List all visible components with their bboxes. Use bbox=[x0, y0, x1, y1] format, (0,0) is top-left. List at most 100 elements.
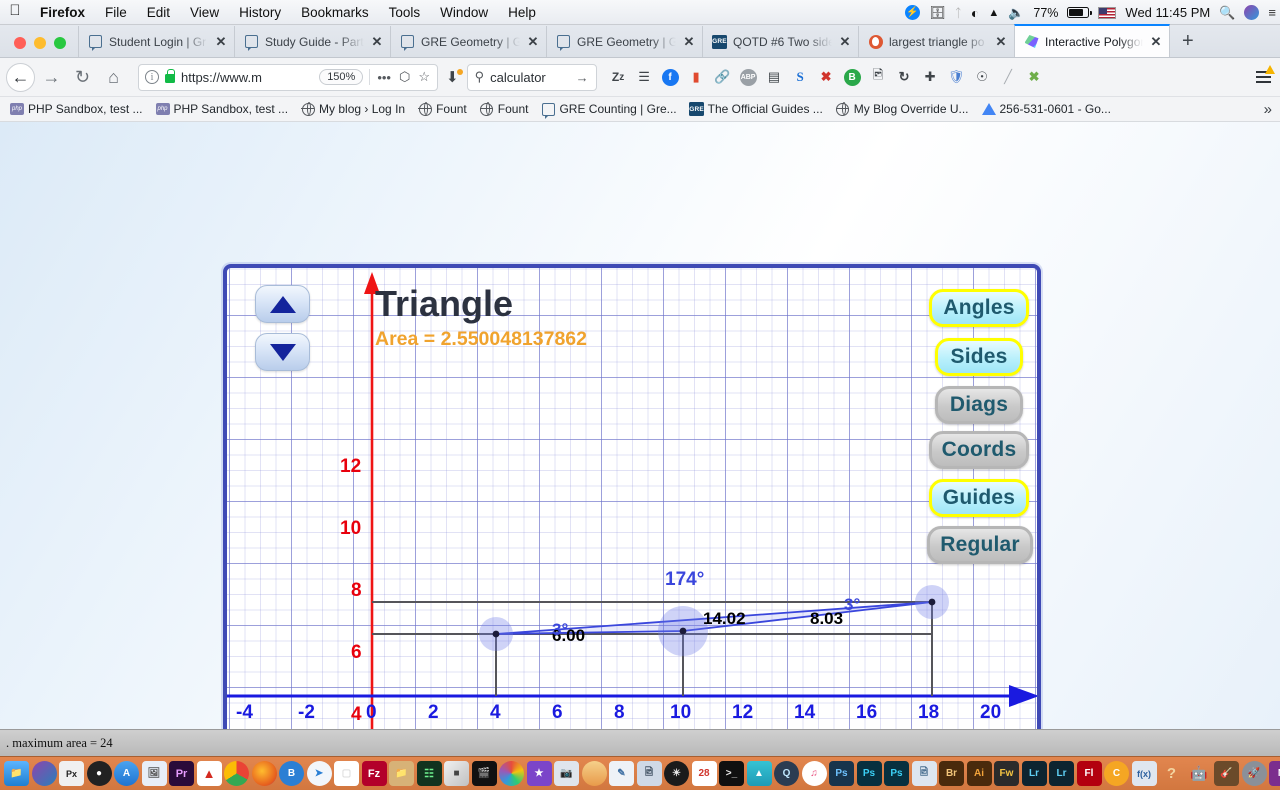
maximize-window-button[interactable] bbox=[54, 37, 66, 49]
menu-history[interactable]: History bbox=[229, 5, 291, 20]
dock-filezilla-icon[interactable]: Fz bbox=[361, 761, 387, 786]
search-input-value[interactable]: calculator bbox=[490, 70, 569, 85]
dock-premiere-icon[interactable]: Pr bbox=[169, 761, 194, 786]
menu-tools[interactable]: Tools bbox=[379, 5, 431, 20]
dock-final-cut-icon[interactable]: ■ bbox=[444, 761, 469, 786]
bookmark-gre-counting[interactable]: GRE Counting | Gre... bbox=[536, 100, 681, 119]
dock-lightroom-icon[interactable]: Lr bbox=[1021, 761, 1047, 786]
dock-burn-disc-icon[interactable]: ☀ bbox=[664, 761, 689, 786]
close-tab-icon[interactable]: ✕ bbox=[214, 34, 228, 50]
dock-acrobat-icon[interactable]: ▲ bbox=[196, 761, 222, 786]
dock-cleanmymac-icon[interactable]: C bbox=[1104, 761, 1129, 786]
dock-preview-icon[interactable]: 🖼 bbox=[141, 761, 167, 786]
page-info-icon[interactable]: i bbox=[145, 70, 159, 84]
menu-bar-clock[interactable]: Wed 11:45 PM bbox=[1125, 5, 1210, 20]
apple-menu-icon[interactable]:  bbox=[0, 3, 30, 21]
tab-student-login[interactable]: Student Login | Gr ✕ bbox=[78, 26, 234, 57]
bluetooth-icon[interactable]: ᛏ bbox=[955, 6, 962, 20]
bookmarks-overflow-icon[interactable]: » bbox=[1264, 101, 1272, 118]
wifi-icon[interactable]: ◐ bbox=[971, 5, 979, 21]
menu-bookmarks[interactable]: Bookmarks bbox=[291, 5, 379, 20]
menu-help[interactable]: Help bbox=[498, 5, 546, 20]
bookmark-php-sandbox-2[interactable]: php PHP Sandbox, test ... bbox=[151, 100, 294, 118]
close-tab-icon[interactable]: ✕ bbox=[370, 34, 384, 50]
close-tab-icon[interactable]: ✕ bbox=[526, 34, 540, 50]
dock-help-icon[interactable]: ? bbox=[1159, 761, 1184, 786]
dock-grapher-icon[interactable]: f(x) bbox=[1131, 761, 1157, 786]
buffer-icon[interactable]: B bbox=[843, 68, 862, 87]
dock-maps-icon[interactable]: ▲ bbox=[746, 761, 772, 786]
menu-file[interactable]: File bbox=[95, 5, 137, 20]
input-language-flag-icon[interactable] bbox=[1098, 6, 1117, 19]
menu-window[interactable]: Window bbox=[430, 5, 498, 20]
spotlight-search-icon[interactable]: 🔍 bbox=[1219, 5, 1235, 21]
dock-safari-compass-icon[interactable]: ● bbox=[86, 761, 112, 786]
dock-quicktime-icon[interactable]: Q bbox=[774, 761, 799, 786]
close-tab-icon[interactable]: ✕ bbox=[1149, 34, 1163, 50]
pencil-icon[interactable]: ╱ bbox=[999, 68, 1018, 87]
dock-flash-icon[interactable]: Fl bbox=[1076, 761, 1102, 786]
dock-image-capture-icon[interactable]: 🖻 bbox=[636, 761, 662, 786]
downloads-icon[interactable]: ⬇ bbox=[440, 68, 465, 86]
dock-activity-monitor-icon[interactable]: ☷ bbox=[416, 761, 442, 786]
tab-gre-geometry-1[interactable]: GRE Geometry | G ✕ bbox=[390, 26, 546, 57]
sidebar-icon[interactable]: ▤ bbox=[765, 68, 784, 87]
dock-photoshop-icon-2[interactable]: Ps bbox=[856, 761, 882, 786]
toggle-sides-button[interactable]: Sides bbox=[935, 338, 1023, 376]
toggle-angles-button[interactable]: Angles bbox=[929, 289, 1029, 327]
bookmark-google-ads[interactable]: 256-531-0601 - Go... bbox=[977, 100, 1116, 118]
dock-sunset-icon[interactable] bbox=[581, 761, 607, 786]
bookmark-my-blog-override[interactable]: My Blog Override U... bbox=[831, 100, 974, 118]
add-vertex-button[interactable] bbox=[255, 285, 310, 323]
dock-app-store-icon[interactable]: A bbox=[114, 761, 139, 786]
dock-siri-icon[interactable] bbox=[31, 761, 57, 786]
dock-itunes-icon[interactable]: ♫ bbox=[801, 761, 827, 786]
battery-icon[interactable] bbox=[1067, 7, 1093, 18]
redmarker-icon[interactable]: ▮ bbox=[687, 68, 706, 87]
home-button[interactable]: ⌂ bbox=[99, 63, 128, 92]
dock-imovie-star-icon[interactable]: ★ bbox=[526, 761, 552, 786]
dock-bluestacks-icon[interactable]: B bbox=[279, 761, 304, 786]
pocket-icon[interactable]: ⬡ bbox=[398, 69, 411, 85]
dock-colorsync-icon[interactable] bbox=[499, 761, 524, 786]
bookmark-star-icon[interactable]: ☆ bbox=[417, 69, 431, 85]
tab-gre-geometry-2[interactable]: GRE Geometry | G ✕ bbox=[546, 26, 702, 57]
dock-fireworks-icon[interactable]: Fw bbox=[994, 761, 1019, 786]
tab-largest-triangle[interactable]: largest triangle po ✕ bbox=[858, 26, 1014, 57]
close-tab-icon[interactable]: ✕ bbox=[994, 34, 1008, 50]
refresh-circular-icon[interactable]: ↻ bbox=[895, 68, 914, 87]
menu-edit[interactable]: Edit bbox=[137, 5, 180, 20]
tab-qotd[interactable]: GRE QOTD #6 Two side ✕ bbox=[702, 26, 858, 57]
dock-calendar-icon[interactable]: 28 bbox=[691, 761, 717, 786]
search-go-icon[interactable]: → bbox=[575, 70, 590, 85]
toggle-coords-button[interactable]: Coords bbox=[929, 431, 1029, 469]
search-bar[interactable]: ⚲ calculator → bbox=[466, 63, 597, 91]
shield-icon[interactable]: 🛡 bbox=[947, 68, 966, 87]
facebook-icon[interactable]: f bbox=[661, 68, 680, 87]
polygon-canvas[interactable] bbox=[227, 268, 1037, 729]
dock-illustrator-icon[interactable]: Ai bbox=[966, 761, 992, 786]
dock-finder-icon[interactable]: 📁 bbox=[4, 761, 29, 786]
dock-onenote-icon[interactable]: N bbox=[1269, 761, 1280, 786]
eject-icon[interactable]: ▲ bbox=[988, 7, 999, 19]
dock-photoshop-icon-3[interactable]: Ps bbox=[884, 761, 909, 786]
siri-icon[interactable] bbox=[1244, 5, 1260, 20]
dock-garageband-icon[interactable]: 🎸 bbox=[1214, 761, 1239, 786]
page-actions-icon[interactable]: ••• bbox=[376, 70, 392, 85]
sleep-zzz-icon[interactable]: Zz bbox=[609, 68, 628, 87]
zoom-level-badge[interactable]: 150% bbox=[319, 69, 364, 85]
bookmark-my-blog-login[interactable]: My blog › Log In bbox=[296, 100, 410, 118]
dock-terminal-icon[interactable]: >_ bbox=[719, 761, 744, 786]
dock-notes-icon[interactable]: ▢ bbox=[334, 761, 359, 786]
dock-photobooth-icon[interactable]: 📷 bbox=[554, 761, 579, 786]
tab-study-guide[interactable]: Study Guide - Part ✕ bbox=[234, 26, 390, 57]
dock-chrome-icon[interactable] bbox=[224, 761, 249, 786]
volume-icon[interactable]: 🔈 bbox=[1008, 5, 1024, 21]
reload-button[interactable]: ↻ bbox=[68, 63, 97, 92]
s-blue-icon[interactable]: S bbox=[791, 68, 810, 87]
minimize-window-button[interactable] bbox=[34, 37, 46, 49]
bookmark-php-sandbox-1[interactable]: php PHP Sandbox, test ... bbox=[5, 100, 148, 118]
notification-center-icon[interactable]: ≡ bbox=[1268, 5, 1276, 20]
backup-icon[interactable]: 🗄 bbox=[929, 5, 946, 21]
toggle-guides-button[interactable]: Guides bbox=[929, 479, 1029, 517]
